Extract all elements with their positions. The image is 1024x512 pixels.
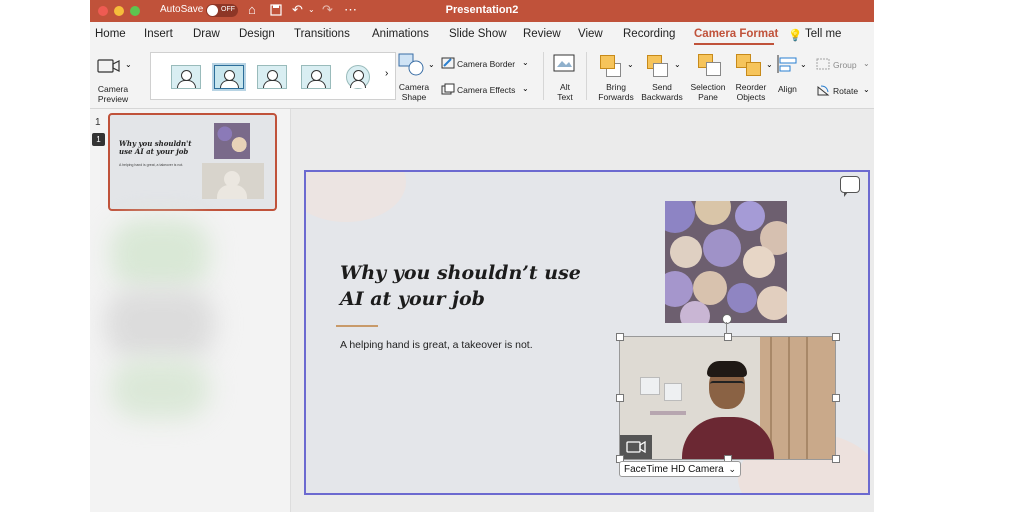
tab-view[interactable]: View — [578, 28, 603, 40]
resize-handle[interactable] — [724, 333, 732, 341]
chevron-down-icon: ⌄ — [766, 60, 773, 69]
title-divider — [336, 325, 378, 327]
tab-home[interactable]: Home — [95, 28, 126, 40]
tab-review[interactable]: Review — [523, 28, 561, 40]
group-icon — [816, 58, 830, 70]
ribbon-divider — [586, 52, 587, 100]
camera-style-rectangle-selected[interactable] — [212, 63, 246, 91]
camera-toggle-button[interactable] — [620, 435, 652, 459]
camera-source-label: FaceTime HD Camera — [624, 464, 724, 475]
camera-style-circle[interactable] — [346, 65, 370, 89]
rotate-handle-icon[interactable] — [722, 314, 732, 324]
tab-transitions[interactable]: Transitions — [294, 28, 350, 40]
tab-recording[interactable]: Recording — [623, 28, 675, 40]
camera-feed[interactable] — [619, 336, 836, 460]
chevron-down-icon: ⌄ — [728, 464, 736, 474]
camera-icon — [626, 440, 646, 454]
comment-icon[interactable] — [840, 176, 860, 197]
reorder-objects-label: Reorder Objects — [735, 82, 767, 102]
slide-editor: Why you shouldn’t use AI at your job A h… — [291, 109, 874, 512]
gallery-next-icon[interactable]: › — [385, 68, 388, 79]
camera-border-label: Camera Border — [457, 59, 516, 69]
camera-style-rectangle-2[interactable] — [257, 65, 287, 89]
slide-number: 1 — [95, 117, 101, 128]
chevron-down-icon: ⌄ — [800, 60, 807, 69]
tab-animations[interactable]: Animations — [372, 28, 429, 40]
chevron-down-icon: ⌄ — [125, 60, 132, 69]
glasses — [710, 381, 744, 390]
person-hair — [707, 361, 747, 377]
pen-border-icon — [441, 57, 455, 69]
ribbon-toolbar: ⌄ Camera Preview › ⌄ Camera Shape Camera… — [90, 46, 874, 109]
rotate-icon — [817, 85, 830, 96]
thumb-title: Why you shouldn't use AI at your job — [119, 139, 192, 156]
blurred-area — [105, 289, 215, 359]
chevron-down-icon: ⌄ — [863, 85, 870, 94]
chevron-down-icon: ⌄ — [522, 58, 529, 67]
comment-count-badge[interactable]: 1 — [92, 133, 105, 146]
tab-camera-format[interactable]: Camera Format — [694, 28, 778, 40]
camera-style-gallery: › — [150, 52, 396, 100]
selection-pane-label: Selection Pane — [690, 82, 726, 102]
align-icon — [777, 55, 797, 73]
thumb-subtitle: A helping hand is great, a takeover is n… — [119, 163, 184, 167]
slide-canvas[interactable]: Why you shouldn’t use AI at your job A h… — [304, 170, 870, 495]
active-tab-indicator — [694, 43, 774, 45]
effects-icon — [441, 83, 455, 95]
rotate-handle-stem — [726, 322, 727, 334]
document-title: Presentation2 — [445, 4, 519, 16]
camera-effects-label: Camera Effects — [457, 85, 516, 95]
tab-insert[interactable]: Insert — [144, 28, 173, 40]
thumb-pattern-image — [214, 123, 250, 159]
ribbon-divider — [543, 52, 544, 100]
tab-slide-show[interactable]: Slide Show — [449, 28, 507, 40]
tell-me-search[interactable]: Tell me — [805, 28, 841, 40]
align-label: Align — [778, 84, 797, 94]
chevron-down-icon: ⌄ — [674, 60, 681, 69]
camera-source-select[interactable]: FaceTime HD Camera ⌄ — [619, 461, 741, 477]
floral-pattern-image[interactable] — [665, 201, 787, 323]
chevron-down-icon: ⌄ — [428, 60, 435, 69]
camera-shape-label: Camera Shape — [398, 82, 430, 102]
ribbon-tabs: Home Insert Draw Design Transitions Anim… — [90, 22, 874, 46]
thumb-camera-preview — [202, 163, 264, 199]
alt-text-icon — [553, 54, 575, 72]
send-backwards-label: Send Backwards — [641, 82, 683, 102]
camera-preview-label: Camera Preview — [97, 84, 129, 104]
resize-handle[interactable] — [832, 455, 840, 463]
title-bar: AutoSave OFF ⌂ ↶ ⌄ ↷ ⋯ Presentation2 — [90, 0, 874, 22]
resize-handle[interactable] — [616, 394, 624, 402]
resize-handle[interactable] — [616, 333, 624, 341]
shapes-icon — [398, 53, 424, 76]
slide-thumbnail-pane: 1 1 Why you shouldn't use AI at your job… — [90, 109, 291, 512]
tab-design[interactable]: Design — [239, 28, 275, 40]
camera-style-rectangle-3[interactable] — [301, 65, 331, 89]
camera-icon — [97, 59, 120, 73]
group-label: Group — [833, 60, 857, 70]
slide-thumbnail[interactable]: Why you shouldn't use AI at your job A h… — [108, 113, 277, 211]
chevron-down-icon: ⌄ — [522, 84, 529, 93]
resize-handle[interactable] — [832, 333, 840, 341]
powerpoint-window: AutoSave OFF ⌂ ↶ ⌄ ↷ ⋯ Presentation2 Hom… — [90, 0, 874, 512]
decorative-blob — [306, 172, 406, 222]
bring-forwards-label: Bring Forwards — [598, 82, 634, 102]
chevron-down-icon: ⌄ — [863, 59, 870, 68]
alt-text-label: Alt Text — [557, 82, 573, 102]
blurred-area — [110, 359, 210, 419]
rotate-label: Rotate — [833, 86, 859, 96]
tab-draw[interactable]: Draw — [193, 28, 220, 40]
blurred-area — [110, 219, 210, 289]
slide-title[interactable]: Why you shouldn’t use AI at your job — [340, 260, 590, 312]
chevron-down-icon: ⌄ — [627, 60, 634, 69]
lightbulb-icon: 💡 — [788, 30, 803, 42]
resize-handle[interactable] — [832, 394, 840, 402]
slide-subtitle[interactable]: A helping hand is great, a takeover is n… — [340, 339, 533, 351]
camera-style-rectangle[interactable] — [171, 65, 201, 89]
